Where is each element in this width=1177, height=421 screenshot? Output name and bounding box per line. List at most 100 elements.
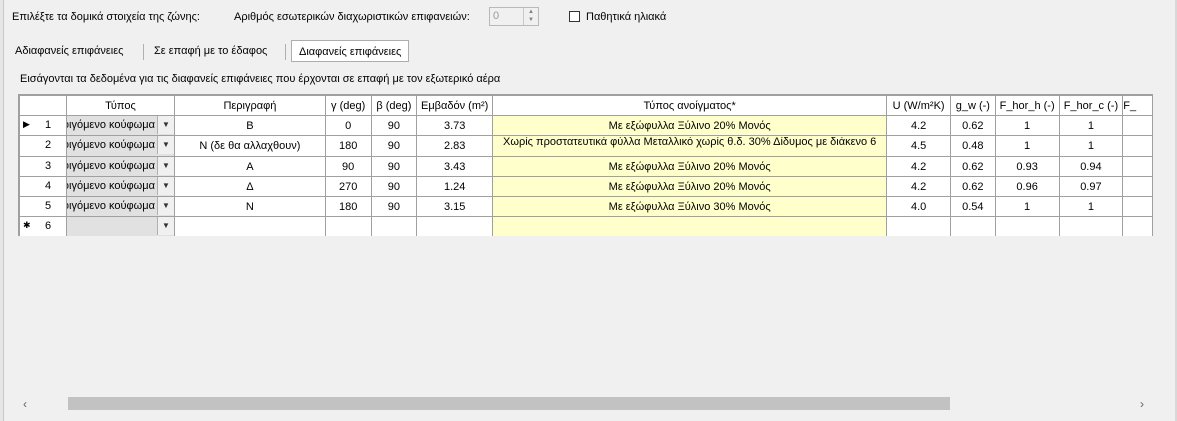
partitions-spinner[interactable]: 0 ▲ ▼ [489, 7, 539, 26]
beta-cell[interactable]: 90 [370, 156, 418, 177]
fhor-c-cell[interactable] [1058, 216, 1124, 236]
type-combo[interactable]: Διαφανές δομικό στοιχείο - ανοιγόμενο κο… [65, 156, 176, 177]
area-cell[interactable]: 2.83 [416, 135, 494, 157]
col-header-fhor-c[interactable]: F_hor_c (-) [1058, 95, 1124, 116]
row-header[interactable]: ✱ 6 [19, 216, 67, 236]
type-combo[interactable]: Διαφανές δομικό στοιχείο - ανοιγόμενο κο… [65, 115, 176, 136]
fhor-h-cell[interactable]: 0.96 [994, 176, 1060, 197]
gw-cell[interactable]: 0.54 [949, 196, 996, 217]
col-header-gamma[interactable]: γ (deg) [324, 95, 372, 116]
col-header-f-truncated[interactable]: F_ [1122, 95, 1153, 116]
gamma-cell[interactable]: 180 [324, 135, 372, 157]
row-header[interactable]: 3 [19, 156, 67, 177]
gamma-cell[interactable] [324, 216, 372, 236]
opening-type-cell[interactable]: Με εξώφυλλα Ξύλινο 20% Μονός [492, 176, 888, 197]
opening-type-cell[interactable] [492, 216, 888, 236]
area-cell[interactable] [416, 216, 494, 236]
f-cell[interactable] [1122, 156, 1153, 177]
fhor-h-cell[interactable]: 1 [994, 135, 1060, 157]
f-cell[interactable] [1122, 196, 1153, 217]
gw-cell[interactable]: 0.48 [949, 135, 996, 157]
beta-cell[interactable] [370, 216, 418, 236]
opening-type-cell[interactable]: Με εξώφυλλα Ξύλινο 20% Μονός [492, 115, 888, 136]
description-cell[interactable]: Ν (δε θα αλλαχθουν) [174, 135, 326, 157]
beta-cell[interactable]: 90 [370, 196, 418, 217]
table-row[interactable]: 5 Διαφανές δομικό στοιχείο - ανοιγόμενο … [19, 196, 1153, 217]
col-header-beta[interactable]: β (deg) [370, 95, 418, 116]
beta-cell[interactable]: 90 [370, 135, 418, 157]
gw-cell[interactable] [949, 216, 996, 236]
tab-ground-contact[interactable]: Σε επαφή με το έδαφος [147, 40, 274, 62]
spin-up-icon[interactable]: ▲ [524, 8, 538, 16]
chevron-down-icon[interactable]: ▼ [157, 157, 174, 175]
fhor-c-cell[interactable]: 1 [1058, 115, 1124, 136]
type-combo[interactable]: ▼ [65, 216, 176, 236]
fhor-c-cell[interactable]: 0.97 [1058, 176, 1124, 197]
f-cell[interactable] [1122, 135, 1153, 157]
fhor-c-cell[interactable]: 1 [1058, 196, 1124, 217]
opening-type-cell[interactable]: Με εξώφυλλα Ξύλινο 30% Μονός [492, 196, 888, 217]
table-row[interactable]: ▶1 Διαφανές δομικό στοιχείο - ανοιγόμενο… [19, 115, 1153, 136]
col-header-u[interactable]: U (W/m²K) [886, 95, 951, 116]
description-cell[interactable]: Ν [174, 196, 326, 217]
fhor-h-cell[interactable]: 1 [994, 115, 1060, 136]
new-row[interactable]: ✱ 6 ▼ [19, 216, 1153, 236]
type-combo[interactable]: Διαφανές δομικό στοιχείο - ανοιγόμενο κο… [65, 176, 176, 197]
row-header[interactable]: ▶ 1 [19, 115, 67, 136]
area-cell[interactable]: 3.43 [416, 156, 494, 177]
area-cell[interactable]: 1.24 [416, 176, 494, 197]
col-header-fhor-h[interactable]: F_hor_h (-) [994, 95, 1060, 116]
col-header-area[interactable]: Εμβαδόν (m²) [416, 95, 494, 116]
horizontal-scrollbar[interactable]: ‹ › [18, 395, 1152, 412]
u-cell[interactable]: 4.2 [886, 176, 951, 197]
scroll-left-icon[interactable]: ‹ [23, 397, 27, 411]
gamma-cell[interactable]: 0 [324, 115, 372, 136]
partitions-value[interactable]: 0 [493, 10, 499, 22]
f-cell[interactable] [1122, 216, 1153, 236]
col-header-opening-type[interactable]: Τύπος ανοίγματος* [492, 95, 888, 116]
passive-solar-checkbox[interactable] [569, 11, 580, 22]
f-cell[interactable] [1122, 176, 1153, 197]
u-cell[interactable]: 4.2 [886, 156, 951, 177]
gw-cell[interactable]: 0.62 [949, 115, 996, 136]
u-cell[interactable]: 4.2 [886, 115, 951, 136]
fhor-c-cell[interactable]: 1 [1058, 135, 1124, 157]
fhor-h-cell[interactable]: 1 [994, 196, 1060, 217]
gamma-cell[interactable]: 90 [324, 156, 372, 177]
beta-cell[interactable]: 90 [370, 115, 418, 136]
area-cell[interactable]: 3.73 [416, 115, 494, 136]
beta-cell[interactable]: 90 [370, 176, 418, 197]
tab-opaque-surfaces[interactable]: Αδιαφανείς επιφάνειες [8, 40, 130, 62]
description-cell[interactable]: Α [174, 156, 326, 177]
description-cell[interactable]: Β [174, 115, 326, 136]
gw-cell[interactable]: 0.62 [949, 156, 996, 177]
spin-down-icon[interactable]: ▼ [524, 16, 538, 24]
f-cell[interactable] [1122, 115, 1153, 136]
fhor-c-cell[interactable]: 0.94 [1058, 156, 1124, 177]
type-combo[interactable]: Διαφανές δομικό στοιχείο - ανοιγόμενο κο… [65, 135, 176, 157]
u-cell[interactable]: 4.5 [886, 135, 951, 157]
description-cell[interactable]: Δ [174, 176, 326, 197]
row-header[interactable]: 5 [19, 196, 67, 217]
chevron-down-icon[interactable]: ▼ [157, 197, 174, 215]
gamma-cell[interactable]: 180 [324, 196, 372, 217]
area-cell[interactable]: 3.15 [416, 196, 494, 217]
row-header[interactable]: 4 [19, 176, 67, 197]
row-header[interactable]: 2 [19, 135, 67, 157]
table-row[interactable]: 4 Διαφανές δομικό στοιχείο - ανοιγόμενο … [19, 176, 1153, 197]
chevron-down-icon[interactable]: ▼ [157, 136, 174, 154]
fhor-h-cell[interactable]: 0.93 [994, 156, 1060, 177]
u-cell[interactable] [886, 216, 951, 236]
chevron-down-icon[interactable]: ▼ [157, 177, 174, 195]
scroll-thumb[interactable] [68, 397, 950, 410]
col-header-type[interactable]: Τύπος [65, 95, 176, 116]
opening-type-cell[interactable]: Με εξώφυλλα Ξύλινο 20% Μονός [492, 156, 888, 177]
table-row[interactable]: 2 Διαφανές δομικό στοιχείο - ανοιγόμενο … [19, 135, 1153, 157]
scroll-right-icon[interactable]: › [1140, 397, 1144, 411]
opening-type-cell[interactable]: Χωρίς προστατευτικά φύλλα Μεταλλικό χωρί… [492, 135, 888, 157]
description-cell[interactable] [174, 216, 326, 236]
col-header-gw[interactable]: g_w (-) [949, 95, 996, 116]
gw-cell[interactable]: 0.62 [949, 176, 996, 197]
table-row[interactable]: 3 Διαφανές δομικό στοιχείο - ανοιγόμενο … [19, 156, 1153, 177]
col-header-description[interactable]: Περιγραφή [174, 95, 326, 116]
